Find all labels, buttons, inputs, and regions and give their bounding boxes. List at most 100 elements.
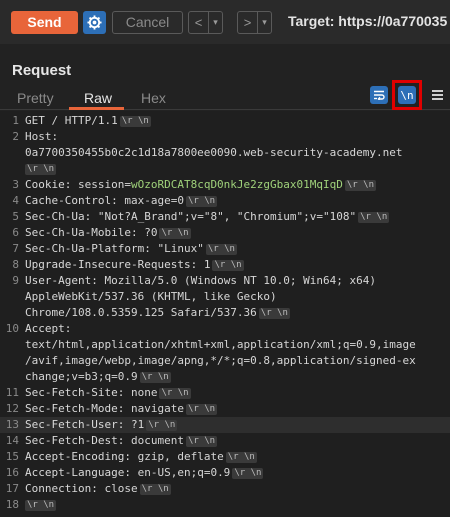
highlight-annotation [392, 80, 422, 110]
editor-line[interactable]: 14 Sec-Fetch-Dest: document \r \n [0, 433, 450, 449]
editor-line[interactable]: 13 Sec-Fetch-User: ?1 \r \n [0, 417, 450, 433]
line-code: Sec-Ch-Ua: "Not?A_Brand";v="8", "Chromiu… [25, 209, 390, 225]
line-number: 13 [5, 418, 19, 431]
send-button[interactable]: Send [11, 11, 78, 34]
header-value: "Linux" [157, 242, 204, 255]
toolbar: Send Cancel < ▾ > ▾ Target: https://0a77… [0, 0, 450, 44]
editor-line[interactable]: 2 Host: [0, 129, 450, 145]
header-key: User-Agent: [25, 274, 105, 287]
settings-button[interactable] [83, 11, 106, 34]
line-code: Cache-Control: max-age=0 \r \n [25, 193, 218, 209]
header-value: en-US,en;q=0.9 [137, 466, 231, 479]
line-code: \r \n [25, 497, 57, 513]
tab-raw[interactable]: Raw [84, 90, 112, 106]
line-code: Sec-Fetch-Dest: document \r \n [25, 433, 218, 449]
crlf-marker: \r \n [119, 116, 151, 127]
editor-line[interactable]: text/html,application/xhtml+xml,applicat… [0, 337, 450, 353]
crlf-marker: \r \n [139, 484, 171, 495]
line-text: /avif,image/webp,image/apng,*/*;q=0.8,ap… [25, 354, 416, 367]
editor-line[interactable]: 6 Sec-Ch-Ua-Mobile: ?0 \r \n [0, 225, 450, 241]
line-number: 11 [5, 386, 19, 399]
line-number: 1 [12, 114, 19, 127]
line-code: AppleWebKit/537.36 (KHTML, like Gecko) [25, 289, 277, 305]
header-value: ?0 [144, 226, 158, 239]
editor-line[interactable]: 9 User-Agent: Mozilla/5.0 (Windows NT 10.… [0, 273, 450, 289]
editor-line[interactable]: change;v=b3;q=0.9 \r \n [0, 369, 450, 385]
line-code: Accept: [25, 321, 71, 337]
crlf-marker: \r \n [225, 452, 257, 463]
forward-button[interactable]: > [238, 12, 257, 33]
cancel-button[interactable]: Cancel [112, 11, 183, 34]
crlf-marker: \r \n [212, 260, 244, 271]
editor-line[interactable]: 1 GET / HTTP/1.1 \r \n [0, 113, 450, 129]
header-value: 1 [203, 258, 211, 271]
editor-line[interactable]: 12 Sec-Fetch-Mode: navigate \r \n [0, 401, 450, 417]
editor-line[interactable]: AppleWebKit/537.36 (KHTML, like Gecko) [0, 289, 450, 305]
header-key: Connection: [25, 482, 105, 495]
editor-line[interactable]: Chrome/108.0.5359.125 Safari/537.36 \r \n [0, 305, 450, 321]
crlf-marker: \r \n [159, 388, 191, 399]
wrap-lines-button[interactable] [370, 86, 388, 104]
line-code: User-Agent: Mozilla/5.0 (Windows NT 10.0… [25, 273, 376, 289]
line-number: 14 [5, 434, 19, 447]
line-number: 17 [5, 482, 19, 495]
crlf-marker: \r \n [205, 244, 237, 255]
header-value: none [130, 386, 158, 399]
editor-line[interactable]: 7 Sec-Ch-Ua-Platform: "Linux" \r \n [0, 241, 450, 257]
line-number: 8 [12, 258, 19, 271]
crlf-marker: \r \n [139, 372, 171, 383]
header-value: navigate [130, 402, 184, 415]
line-code: Accept-Language: en-US,en;q=0.9 \r \n [25, 465, 264, 481]
header-value: max-age=0 [124, 194, 184, 207]
line-code: 0a7700350455b0c2c1d18a7800ee0090.web-sec… [25, 145, 403, 161]
editor-line[interactable]: \r \n [0, 161, 450, 177]
crlf-marker: \r \n [185, 404, 218, 415]
header-key: Sec-Ch-Ua-Platform: [25, 242, 158, 255]
header-value: gzip, deflate [137, 450, 224, 463]
request-editor[interactable]: 1 GET / HTTP/1.1 \r \n 2 Host: 0a7700350455b0… [0, 111, 450, 517]
line-number: 3 [12, 178, 19, 191]
line-text: change;v=b3;q=0.9 [25, 370, 138, 383]
line-number: 15 [5, 450, 19, 463]
editor-line[interactable]: 10 Accept: [0, 321, 450, 337]
header-key: Sec-Ch-Ua: [25, 210, 98, 223]
gear-icon [87, 15, 102, 30]
forward-nav-group: > ▾ [237, 11, 272, 34]
menu-icon[interactable] [432, 90, 443, 100]
header-value: document [130, 434, 184, 447]
editor-line[interactable]: 5 Sec-Ch-Ua: "Not?A_Brand";v="8", "Chromi… [0, 209, 450, 225]
back-button[interactable]: < [189, 12, 208, 33]
header-key: Upgrade-Insecure-Requests: [25, 258, 204, 271]
editor-line[interactable]: 17 Connection: close \r \n [0, 481, 450, 497]
line-text: AppleWebKit/537.36 (KHTML, like Gecko) [25, 290, 277, 303]
editor-line[interactable]: 4 Cache-Control: max-age=0 \r \n [0, 193, 450, 209]
header-key: Sec-Fetch-Mode: [25, 402, 131, 415]
crlf-marker: \r \n [258, 308, 290, 319]
tab-pretty[interactable]: Pretty [17, 90, 54, 106]
target-url[interactable]: Target: https://0a770035 [288, 13, 447, 29]
editor-line[interactable]: 8 Upgrade-Insecure-Requests: 1 \r \n [0, 257, 450, 273]
chevron-left-icon: < [194, 15, 203, 30]
back-history-dropdown[interactable]: ▾ [208, 12, 222, 33]
line-number: 4 [12, 194, 19, 207]
line-number: 7 [12, 242, 19, 255]
header-value: Mozilla/5.0 (Windows NT 10.0; Win64; x64… [104, 274, 377, 287]
editor-line[interactable]: /avif,image/webp,image/apng,*/*;q=0.8,ap… [0, 353, 450, 369]
editor-line[interactable]: 16 Accept-Language: en-US,en;q=0.9 \r \n [0, 465, 450, 481]
editor-line[interactable]: 3 Cookie: session=wOzoRDCAT8cqD0nkJe2zgGb… [0, 177, 450, 193]
cookie-value: wOzoRDCAT8cqD0nkJe2zgGbax01MqIqD [130, 178, 343, 191]
editor-line[interactable]: 18 \r \n [0, 497, 450, 513]
line-number: 12 [5, 402, 19, 415]
chevron-down-icon: ▾ [213, 17, 218, 27]
editor-line[interactable]: 11 Sec-Fetch-Site: none \r \n [0, 385, 450, 401]
header-value: ?1 [130, 418, 145, 431]
line-number: 2 [12, 130, 19, 143]
editor-line[interactable]: 0a7700350455b0c2c1d18a7800ee0090.web-sec… [0, 145, 450, 161]
tab-hex[interactable]: Hex [141, 90, 166, 106]
crlf-marker: \r \n [25, 500, 57, 511]
forward-history-dropdown[interactable]: ▾ [257, 12, 271, 33]
crlf-marker: \r \n [159, 228, 191, 239]
line-code: Cookie: session=wOzoRDCAT8cqD0nkJe2zgGba… [25, 177, 376, 193]
line-code: /avif,image/webp,image/apng,*/*;q=0.8,ap… [25, 353, 416, 369]
editor-line[interactable]: 15 Accept-Encoding: gzip, deflate \r \n [0, 449, 450, 465]
